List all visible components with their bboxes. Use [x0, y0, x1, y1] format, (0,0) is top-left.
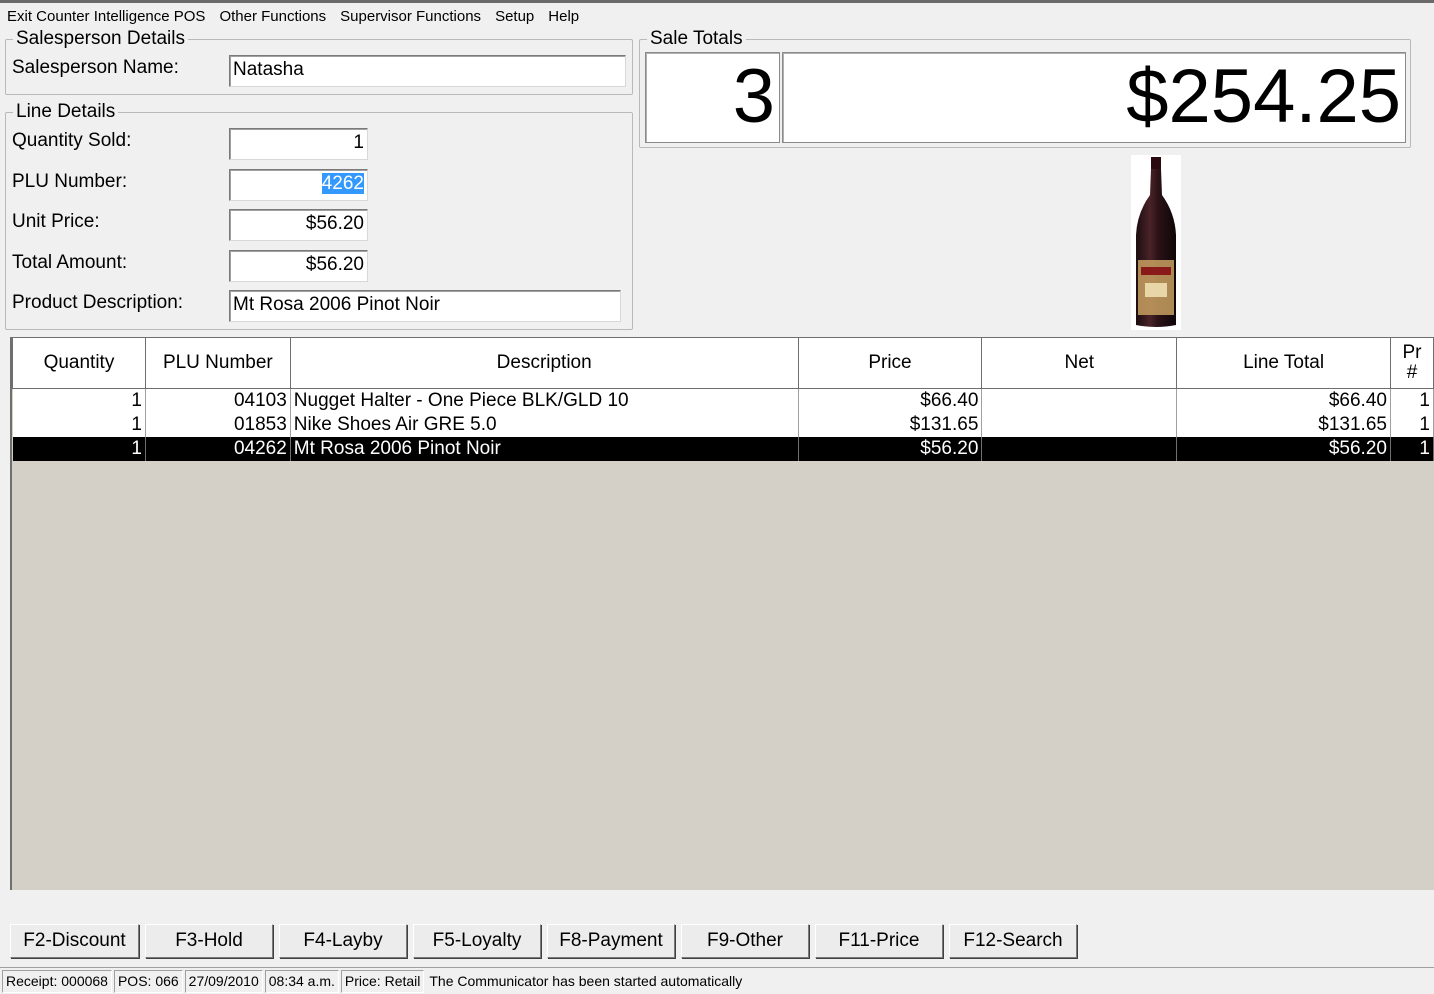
sale-totals-title: Sale Totals: [650, 28, 743, 49]
plu-number-selection: 4262: [321, 173, 364, 194]
column-pr-number-label: Pr #: [1402, 342, 1422, 383]
salesperson-name-label: Salesperson Name:: [12, 57, 179, 78]
plu-number-field[interactable]: 4262: [229, 169, 368, 201]
f11-price-button[interactable]: F11-Price: [815, 924, 943, 958]
salesperson-name-field[interactable]: Natasha: [229, 55, 626, 87]
column-description[interactable]: Description: [289, 338, 799, 389]
f2-discount-button[interactable]: F2-Discount: [10, 924, 139, 958]
f12-search-button[interactable]: F12-Search: [949, 924, 1077, 958]
table-row[interactable]: 1 04103 Nugget Halter - One Piece BLK/GL…: [12, 388, 1434, 413]
salesperson-details-title: Salesperson Details: [16, 28, 185, 49]
cell-line-total: $131.65: [1176, 413, 1391, 437]
column-quantity[interactable]: Quantity: [12, 338, 146, 389]
cell-description: Nugget Halter - One Piece BLK/GLD 10: [290, 388, 799, 413]
cell-line-total: $66.40: [1176, 388, 1391, 413]
total-amount-field[interactable]: $56.20: [229, 250, 368, 282]
cell-price: $66.40: [798, 388, 983, 413]
menu-supervisor-functions[interactable]: Supervisor Functions: [333, 4, 488, 30]
sale-items-grid[interactable]: Quantity PLU Number Description Price Ne…: [10, 337, 1434, 890]
cell-net: [981, 437, 1178, 461]
total-amount-label: Total Amount:: [12, 252, 128, 273]
f4-layby-button[interactable]: F4-Layby: [279, 924, 407, 958]
menu-setup[interactable]: Setup: [488, 4, 541, 30]
cell-line-total: $56.20: [1176, 437, 1391, 461]
unit-price-field[interactable]: $56.20: [229, 209, 368, 241]
cell-quantity: 1: [12, 437, 146, 461]
cell-price: $131.65: [798, 413, 983, 437]
status-receipt: Receipt: 000068: [2, 969, 112, 993]
f5-loyalty-button[interactable]: F5-Loyalty: [413, 924, 541, 958]
menu-other-functions[interactable]: Other Functions: [212, 4, 333, 30]
cell-pr: 1: [1390, 388, 1434, 413]
menu-bar: Exit Counter Intelligence POS Other Func…: [0, 0, 1434, 30]
cell-description: Mt Rosa 2006 Pinot Noir: [290, 437, 799, 461]
plu-number-label: PLU Number:: [12, 171, 128, 192]
cell-pr: 1: [1390, 437, 1434, 461]
quantity-sold-label: Quantity Sold:: [12, 130, 132, 151]
status-pos: POS: 066: [113, 969, 183, 993]
product-image: [1131, 155, 1181, 330]
cell-description: Nike Shoes Air GRE 5.0: [290, 413, 799, 437]
function-key-bar: F2-Discount F3-Hold F4-Layby F5-Loyalty …: [10, 924, 1083, 958]
cell-net: [981, 413, 1178, 437]
status-date: 27/09/2010: [184, 969, 263, 993]
table-header-row: Quantity PLU Number Description Price Ne…: [12, 338, 1434, 389]
quantity-sold-field[interactable]: 1: [229, 128, 368, 160]
table-row-selected[interactable]: 1 04262 Mt Rosa 2006 Pinot Noir $56.20 $…: [12, 437, 1434, 461]
column-price[interactable]: Price: [797, 338, 983, 389]
column-plu-number[interactable]: PLU Number: [144, 338, 291, 389]
status-bar: Receipt: 000068 POS: 066 27/09/2010 08:3…: [0, 967, 1434, 994]
cell-net: [981, 388, 1178, 413]
status-price-mode: Price: Retail: [340, 969, 425, 993]
menu-help[interactable]: Help: [541, 4, 586, 30]
cell-pr: 1: [1390, 413, 1434, 437]
cell-plu: 04103: [145, 388, 291, 413]
sale-items-table: Quantity PLU Number Description Price Ne…: [12, 338, 1434, 461]
f3-hold-button[interactable]: F3-Hold: [145, 924, 273, 958]
sale-total-amount: $254.25: [782, 52, 1406, 143]
status-message: The Communicator has been started automa…: [429, 972, 743, 989]
menu-exit[interactable]: Exit Counter Intelligence POS: [0, 4, 212, 30]
column-net[interactable]: Net: [981, 338, 1178, 389]
product-description-label: Product Description:: [12, 292, 184, 313]
wine-bottle-icon: [1136, 157, 1176, 327]
status-time: 08:34 a.m.: [264, 969, 339, 993]
cell-plu: 04262: [145, 437, 291, 461]
f9-other-button[interactable]: F9-Other: [681, 924, 809, 958]
line-details-title: Line Details: [16, 101, 116, 122]
f8-payment-button[interactable]: F8-Payment: [547, 924, 675, 958]
sale-item-count: 3: [645, 52, 780, 143]
unit-price-label: Unit Price:: [12, 211, 100, 232]
cell-plu: 01853: [145, 413, 291, 437]
column-line-total[interactable]: Line Total: [1176, 338, 1391, 389]
cell-quantity: 1: [12, 388, 146, 413]
product-description-field[interactable]: Mt Rosa 2006 Pinot Noir: [229, 290, 621, 322]
cell-quantity: 1: [12, 413, 146, 437]
table-row[interactable]: 1 01853 Nike Shoes Air GRE 5.0 $131.65 $…: [12, 413, 1434, 437]
cell-price: $56.20: [798, 437, 983, 461]
column-pr-number[interactable]: Pr #: [1389, 338, 1434, 389]
